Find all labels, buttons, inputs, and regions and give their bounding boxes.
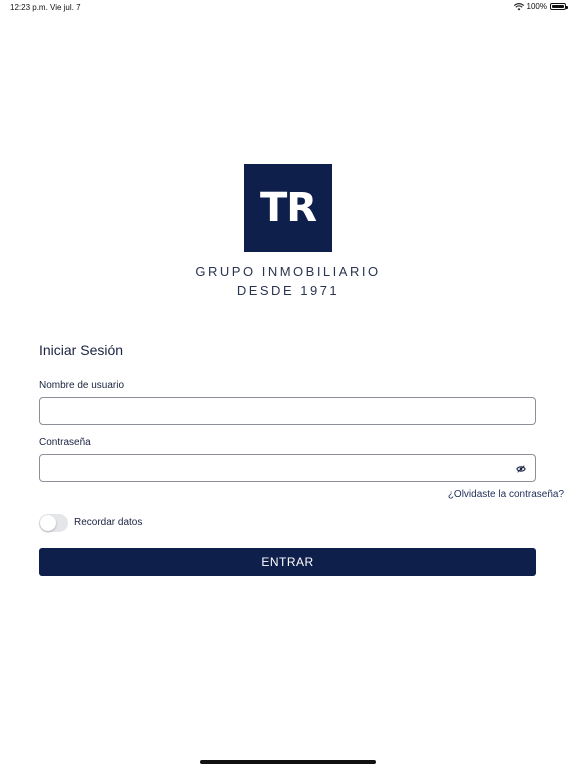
battery-icon <box>550 3 568 10</box>
password-field-container[interactable] <box>39 454 536 482</box>
login-title: Iniciar Sesión <box>39 342 124 358</box>
status-right: 100% <box>513 2 568 11</box>
eye-icon[interactable] <box>516 464 526 474</box>
username-input[interactable] <box>40 398 516 424</box>
status-date: Vie jul. 7 <box>50 3 81 12</box>
logo-text: TR <box>259 185 317 231</box>
status-time: 12:23 p.m. <box>10 3 48 12</box>
login-button[interactable]: ENTRAR <box>39 548 536 576</box>
username-field-container[interactable] <box>39 397 536 425</box>
remember-toggle[interactable] <box>39 514 68 532</box>
remember-label: Recordar datos <box>74 517 143 528</box>
wifi-icon <box>513 2 524 10</box>
username-label: Nombre de usuario <box>39 380 125 391</box>
brand-tagline-line2: DESDE 1971 <box>236 283 340 298</box>
home-indicator <box>200 760 376 764</box>
password-label: Contraseña <box>39 437 91 448</box>
battery-percent: 100% <box>526 2 547 11</box>
logo: TR <box>244 164 332 252</box>
forgot-password-link[interactable]: ¿Olvidaste la contraseña? <box>448 489 564 500</box>
status-bar: 12:23 p.m. Vie jul. 7 100% <box>0 0 576 14</box>
toggle-knob <box>40 515 56 531</box>
brand-tagline-line1: GRUPO INMOBILIARIO <box>195 264 381 279</box>
battery-fill <box>552 5 564 8</box>
password-input[interactable] <box>40 455 516 481</box>
